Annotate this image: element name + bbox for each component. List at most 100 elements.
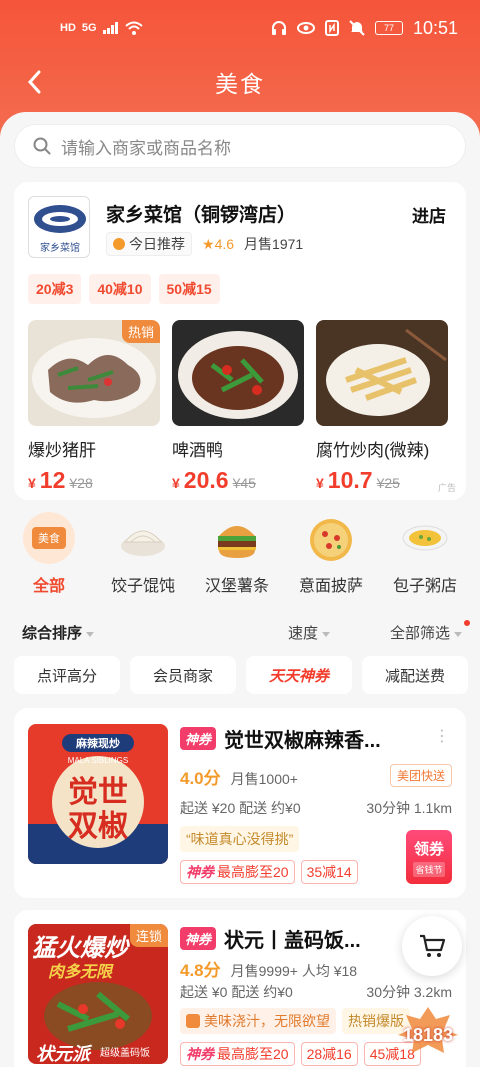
filter-daily-coupon[interactable]: 天天神券 [246,656,352,694]
category-badge: 美食 [32,527,66,549]
congee-icon [399,512,451,564]
chain-badge: 连锁 [129,924,168,947]
thumb-sub-text: 肉多无限 [48,964,113,981]
filter-high-rating[interactable]: 点评高分 [14,656,120,694]
cart-button[interactable] [402,916,462,976]
category-buns-congee[interactable]: 包子粥店 [380,512,470,612]
more-options-icon[interactable]: ⋮ [434,726,450,746]
enter-shop-button[interactable]: 进店 [412,202,446,227]
filter-member-shops[interactable]: 会员商家 [130,656,236,694]
dish-item[interactable]: 腐竹炒肉(微辣) ¥ 10.7 ¥25 [316,320,448,494]
featured-shop-card[interactable]: 家乡菜馆 家乡菜馆（铜锣湾店） 进店 今日推荐 ★4.6 月售1971 20减3… [14,182,466,500]
promo-tag: 神券 最高膨至20 [180,1042,295,1066]
store-delivery-row: 起送 ¥20 配送 约¥0 [180,798,301,818]
claim-coupon-button[interactable]: 领券 省钱节 [406,830,452,884]
search-input[interactable]: 请输入商家或商品名称 [14,124,466,168]
price-value: 10.7 [327,467,373,493]
shop-logo-text: 家乡菜馆 [40,243,80,254]
discount-tag: 50减15 [158,274,220,304]
hd-indicator: HD [60,22,76,34]
category-all[interactable]: 美食 全部 [4,512,94,612]
currency-symbol: ¥ [316,475,324,491]
battery-indicator: 77 [374,21,403,35]
pizza-icon [305,512,357,564]
original-price: ¥25 [376,475,400,491]
promo-text: 最高膨至20 [217,864,289,880]
store-score-row: 4.0分 月售1000+ [180,764,298,789]
status-left: HD 5G [60,21,143,35]
store-card[interactable]: 麻辣现炒 MALA SIBLINGS 觉世双椒 神券 觉世双椒麻辣香... ⋮ … [14,708,466,898]
store-thumbnail: 麻辣现炒 MALA SIBLINGS 觉世双椒 [28,724,168,864]
signal-icon [102,22,118,34]
sort-label: 综合排序 [22,625,83,642]
store-review-quote: “味道真心没得挑” [180,826,300,852]
thumb-en-text: MALA SIBLINGS [67,756,129,765]
dish-image: 热销 [28,320,160,426]
recommend-badge: 今日推荐 [106,232,192,256]
original-price: ¥45 [232,475,256,491]
currency-symbol: ¥ [172,475,180,491]
red-dot-indicator [464,620,470,626]
coupon-tag: 神券 [180,727,217,750]
filter-chips: 点评高分 会员商家 天天神券 减配送费 [14,656,468,694]
sort-comprehensive[interactable]: 综合排序 [22,622,95,643]
caret-down-icon [454,631,462,637]
mute-icon [349,20,365,36]
dish-item[interactable]: 啤酒鸭 ¥ 20.6 ¥45 [172,320,304,494]
store-name: 觉世双椒麻辣香... [224,730,381,752]
shop-monthly-sales: 月售1971 [244,236,304,252]
recommend-label: 今日推荐 [129,236,185,252]
sort-speed[interactable]: 速度 [288,622,330,643]
dish-price: ¥ 12 ¥28 [28,467,160,494]
promo-tag: 神券 最高膨至20 [180,860,295,884]
page-title: 美食 [215,71,265,97]
caret-down-icon [86,631,95,637]
promo-tag-label: 神券 [186,864,214,880]
currency-symbol: ¥ [28,475,36,491]
sort-label: 速度 [287,625,318,642]
search-icon [33,137,51,155]
store-highlight: 美味浇汁，无限欲望 [180,1008,336,1034]
navbar: 美食 [0,56,480,108]
store-time-distance: 30分钟 1.1km [366,800,452,816]
store-sales: 月售1000+ [230,771,298,787]
ad-label: 广告 [437,483,456,493]
promo-text: 最高膨至20 [217,1046,289,1062]
watermark-logo: 18183 [382,1003,474,1063]
category-pasta-pizza[interactable]: 意面披萨 [286,512,376,612]
store-thumbnail: 猛火爆炒 肉多无限 状元派 超级盖码饭 连锁 [28,924,168,1064]
price-value: 12 [39,467,66,493]
store-delivery-row: 起送 ¥0 配送 约¥0 [180,982,293,1002]
promo-tag-label: 神券 [186,1046,214,1062]
original-price: ¥28 [69,475,93,491]
category-row: 美食 全部 饺子馄饨 汉堡薯条 意面披萨 包子粥店 [0,512,480,612]
shop-name[interactable]: 家乡菜馆（铜锣湾店） [106,200,296,227]
promo-tag: 35减14 [300,860,358,884]
dish-item[interactable]: 热销 爆炒猪肝 ¥ 12 ¥28 [28,320,160,494]
category-burgers[interactable]: 汉堡薯条 [192,512,282,612]
sort-all-filters[interactable]: 全部筛选 [390,620,470,643]
store-score-row: 4.8分 月售9999+ 人均 ¥18 [180,956,357,981]
store-sales: 月售9999+ 人均 ¥18 [230,963,358,979]
discount-tag: 20减3 [28,274,82,304]
category-label: 饺子馄饨 [110,578,175,595]
caret-down-icon [321,631,330,637]
category-label: 意面披萨 [298,578,363,595]
cart-icon [420,934,446,957]
network-indicator: 5G [81,22,97,34]
eye-icon [296,22,315,34]
search-placeholder: 请输入商家或商品名称 [61,138,231,158]
sort-bar: 综合排序 速度 全部筛选 [22,620,470,643]
category-all-icon: 美食 [23,512,75,564]
status-bar: HD 5G 77 10:51 [0,0,480,56]
dish-name: 爆炒猪肝 [28,441,96,460]
coupon-sub-label: 省钱节 [413,861,445,877]
category-dumplings[interactable]: 饺子馄饨 [98,512,188,612]
back-button[interactable] [14,62,54,102]
filter-reduced-delivery[interactable]: 减配送费 [362,656,468,694]
chevron-left-icon [27,70,41,94]
rating-value: 4.6 [214,235,235,252]
coupon-tag: 神券 [180,927,217,950]
dish-name: 腐竹炒肉(微辣) [316,441,430,460]
dumpling-icon [117,512,169,564]
